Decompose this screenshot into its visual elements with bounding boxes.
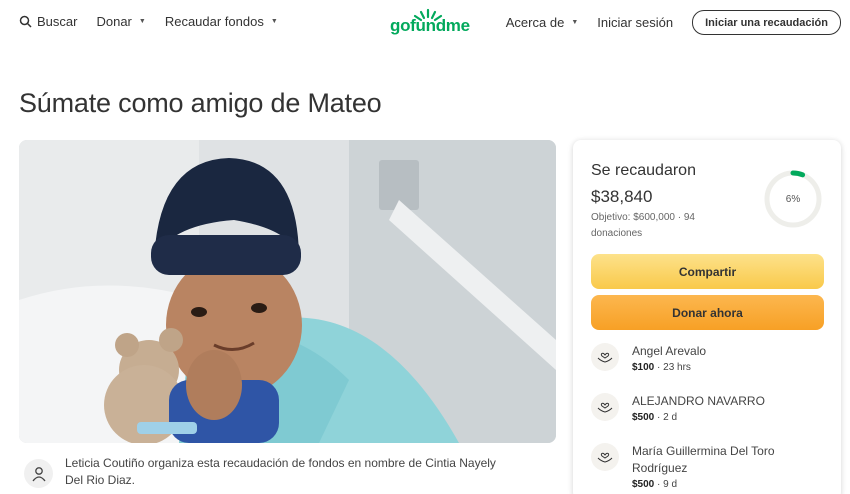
donate-now-button[interactable]: Donar ahora xyxy=(591,295,824,330)
chevron-down-icon: ▼ xyxy=(138,18,146,25)
goal-text: Objetivo: $600,000 · 94 donaciones xyxy=(591,212,695,239)
nav-left: Buscar Donar ▼ Recaudar fondos ▼ xyxy=(19,14,278,29)
user-icon xyxy=(31,466,46,481)
donor-avatar xyxy=(591,393,619,421)
donate-menu[interactable]: Donar ▼ xyxy=(96,14,145,29)
organizer-info: Leticia Coutiño organiza esta recaudació… xyxy=(24,455,504,489)
heart-hands-icon xyxy=(597,352,613,363)
donation-item: ALEJANDRO NAVARRO $500 · 2 d xyxy=(591,393,831,426)
page-title: Súmate como amigo de Mateo xyxy=(19,88,382,118)
donor-name: ALEJANDRO NAVARRO xyxy=(632,394,765,408)
donation-time: · 23 hrs xyxy=(654,362,691,373)
donor-name: Angel Arevalo xyxy=(632,344,707,358)
top-nav: Buscar Donar ▼ Recaudar fondos ▼ gofundm… xyxy=(0,0,850,44)
donor-avatar xyxy=(591,343,619,371)
donation-item: María Guillermina Del Toro Rodríguez $50… xyxy=(591,443,831,493)
donation-time: · 2 d xyxy=(654,412,678,423)
gofundme-logo[interactable]: gofundme xyxy=(390,8,470,36)
donation-item: Angel Arevalo $100 · 23 hrs xyxy=(591,343,831,376)
donate-menu-label: Donar xyxy=(96,14,132,29)
heart-hands-icon xyxy=(597,402,613,413)
hero-photo-illustration xyxy=(19,140,556,443)
start-fundraiser-button[interactable]: Iniciar una recaudación xyxy=(692,10,841,35)
fundraise-menu[interactable]: Recaudar fondos ▼ xyxy=(165,14,278,29)
search-icon xyxy=(19,15,32,28)
campaign-hero-image[interactable] xyxy=(19,140,556,443)
logo-text: gofundme xyxy=(390,16,470,35)
raised-amount: $38,840 xyxy=(591,187,653,206)
donor-avatar xyxy=(591,443,619,471)
donation-meta: $100 · 23 hrs xyxy=(632,360,706,376)
about-menu[interactable]: Acerca de ▼ xyxy=(506,15,578,30)
nav-right: Acerca de ▼ Iniciar sesión Iniciar una r… xyxy=(506,10,841,35)
login-label: Iniciar sesión xyxy=(597,15,674,30)
avatar[interactable] xyxy=(24,459,53,488)
raised-label: Se recaudaron xyxy=(591,162,696,179)
share-button[interactable]: Compartir xyxy=(591,254,824,289)
chevron-down-icon: ▼ xyxy=(270,18,278,25)
about-menu-label: Acerca de xyxy=(505,15,565,30)
heart-hands-icon xyxy=(597,452,613,463)
donation-amount: $500 xyxy=(632,479,655,490)
donation-sidebar: Se recaudaron $38,840 Objetivo: $600,000… xyxy=(573,140,841,494)
donation-time: · 9 d xyxy=(654,479,678,490)
progress-ring: 6% xyxy=(763,169,823,229)
search-link[interactable]: Buscar xyxy=(19,14,77,29)
donation-meta: $500 · 2 d xyxy=(632,410,765,426)
login-link[interactable]: Iniciar sesión xyxy=(597,15,673,30)
progress-percent: 6% xyxy=(785,193,801,205)
organizer-text: Leticia Coutiño organiza esta recaudació… xyxy=(65,456,496,487)
donation-amount: $500 xyxy=(632,412,655,423)
donor-name: María Guillermina Del Toro Rodríguez xyxy=(632,444,775,475)
donation-meta: $500 · 9 d xyxy=(632,477,812,493)
search-label: Buscar xyxy=(37,14,78,29)
chevron-down-icon: ▼ xyxy=(571,19,579,26)
donation-amount: $100 xyxy=(632,362,655,373)
fundraise-menu-label: Recaudar fondos xyxy=(164,14,264,29)
